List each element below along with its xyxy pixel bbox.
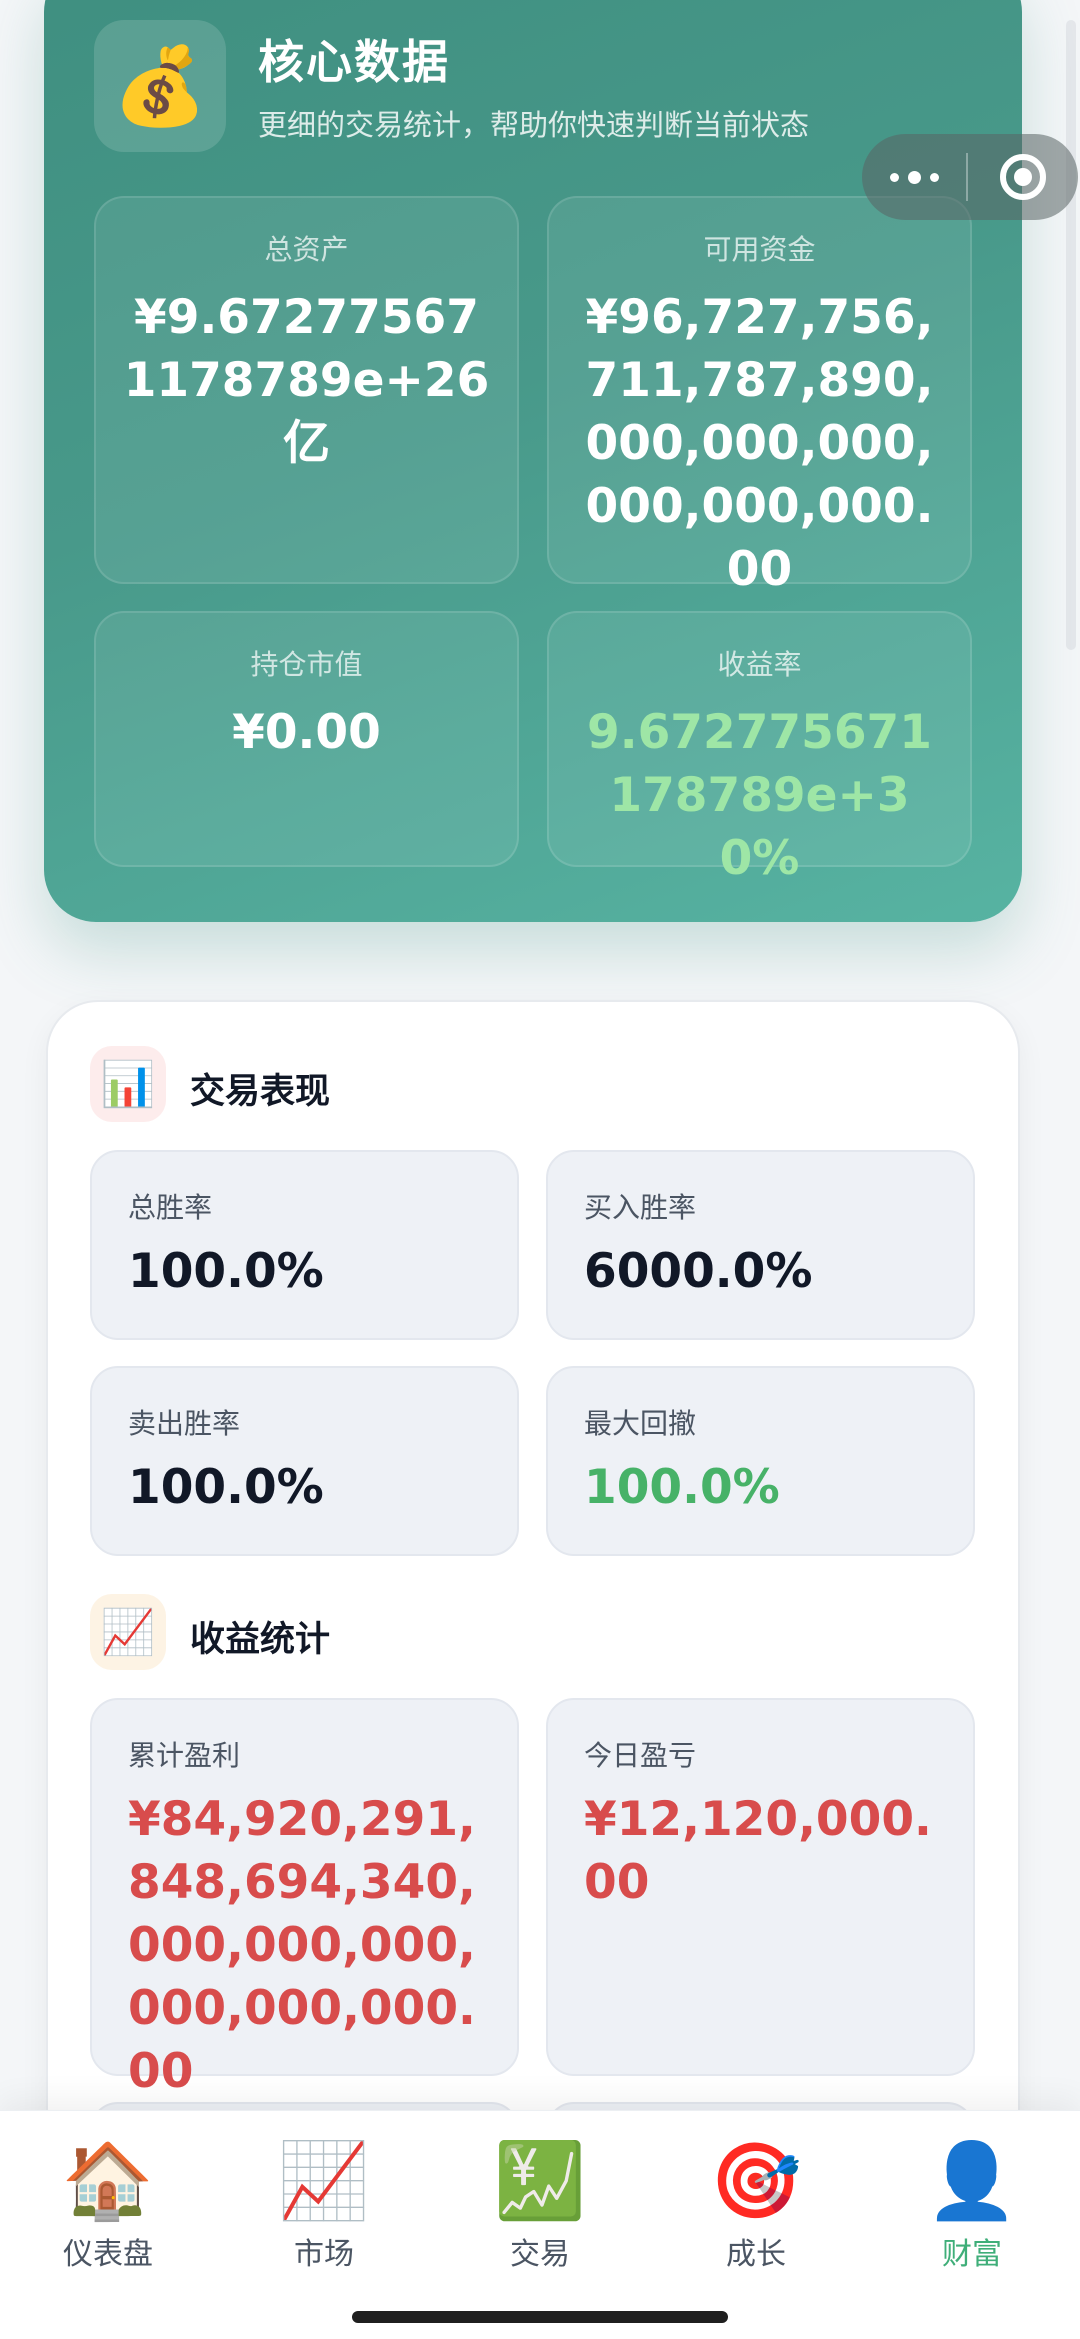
tile-label: 买入胜率 — [584, 1191, 697, 1224]
home-indicator — [352, 2311, 728, 2323]
tab-dashboard[interactable]: 🏠 仪表盘 — [0, 2137, 216, 2273]
bottom-tab-bar: 🏠 仪表盘 📈 市场 💹 交易 🎯 成长 👤 财富 — [0, 2110, 1080, 2339]
tab-label: 成长 — [726, 2237, 786, 2272]
tab-label: 交易 — [510, 2237, 570, 2272]
stat-position-value: 持仓市值 ¥0.00 — [94, 611, 519, 867]
stat-total-assets: 总资产 ¥9.672775671178789e+26亿 — [94, 196, 519, 584]
tab-label: 市场 — [294, 2237, 354, 2272]
tile-today-pnl: 今日盈亏 ¥12,120,000.00 — [546, 1698, 975, 2076]
stat-available-funds: 可用资金 ¥96,727,756,711,787,890,000,000,000… — [547, 196, 972, 597]
tile-label: 总胜率 — [128, 1191, 213, 1224]
stat-value: 9.672775671178789e+30% — [587, 705, 932, 886]
tile-buy-win-rate: 买入胜率 6000.0% — [546, 1150, 975, 1340]
tile-value: 100.0% — [584, 1460, 780, 1515]
yen-chart-icon: 💹 — [493, 2138, 587, 2224]
tile-value: ¥84,920,291,848,694,340,000,000,000,000,… — [128, 1792, 476, 2099]
section-title-performance: 交易表现 — [190, 1072, 331, 1112]
tile-total-win-rate: 总胜率 100.0% — [90, 1150, 519, 1340]
tile-sell-win-rate: 卖出胜率 100.0% — [90, 1366, 519, 1556]
stat-return-rate: 收益率 9.672775671178789e+30% — [547, 611, 972, 886]
tab-label: 仪表盘 — [63, 2237, 153, 2272]
user-silhouette-icon: 👤 — [925, 2138, 1019, 2224]
stat-value: ¥9.672775671178789e+26亿 — [123, 290, 490, 471]
tab-wealth[interactable]: 👤 财富 — [864, 2137, 1080, 2273]
tab-market[interactable]: 📈 市场 — [216, 2137, 432, 2273]
core-data-subtitle: 更细的交易统计，帮助你快速判断当前状态 — [258, 108, 810, 142]
line-chart-icon: 📈 — [277, 2138, 371, 2224]
stat-label: 收益率 — [717, 648, 802, 681]
tile-value: 6000.0% — [584, 1244, 813, 1299]
stat-label: 持仓市值 — [250, 648, 363, 681]
tile-label: 最大回撤 — [584, 1407, 697, 1440]
stat-value: ¥0.00 — [232, 705, 381, 760]
section-title-profit: 收益统计 — [190, 1620, 331, 1660]
scroll-indicator[interactable] — [1066, 20, 1076, 650]
tile-label: 累计盈利 — [128, 1739, 241, 1772]
money-bag-icon: 💰 — [94, 20, 226, 152]
target-ring-icon[interactable] — [968, 154, 1078, 200]
house-icon: 🏠 — [61, 2138, 155, 2224]
miniprogram-capsule — [862, 134, 1078, 220]
stat-label: 可用资金 — [703, 233, 816, 266]
trend-chart-icon: 📈 — [90, 1594, 166, 1670]
tab-growth[interactable]: 🎯 成长 — [648, 2137, 864, 2273]
dart-target-icon: 🎯 — [709, 2138, 803, 2224]
bar-chart-icon: 📊 — [90, 1046, 166, 1122]
tile-label: 卖出胜率 — [128, 1407, 241, 1440]
core-data-title: 核心数据 — [258, 35, 450, 89]
tile-value: ¥12,120,000.00 — [584, 1792, 932, 1910]
tile-label: 今日盈亏 — [584, 1739, 697, 1772]
stat-value: ¥96,727,756,711,787,890,000,000,000,000,… — [585, 290, 934, 597]
tile-max-drawdown: 最大回撤 100.0% — [546, 1366, 975, 1556]
more-dots-icon[interactable] — [862, 170, 966, 184]
tab-label: 财富 — [942, 2237, 1002, 2272]
tile-value: 100.0% — [128, 1244, 324, 1299]
stat-label: 总资产 — [264, 233, 349, 266]
tile-value: 100.0% — [128, 1460, 324, 1515]
tab-trade[interactable]: 💹 交易 — [432, 2137, 648, 2273]
tile-cumulative-profit: 累计盈利 ¥84,920,291,848,694,340,000,000,000… — [90, 1698, 519, 2099]
